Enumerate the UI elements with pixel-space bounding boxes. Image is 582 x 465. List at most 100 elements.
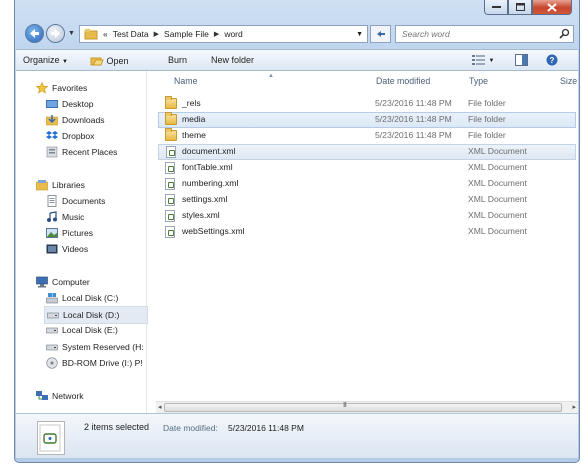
nav-downloads[interactable]: Downloads (46, 112, 105, 128)
folder-icon (84, 29, 98, 40)
nav-local-disk-e[interactable]: Local Disk (E:) (46, 322, 118, 338)
file-row-styles-xml[interactable]: styles.xml XML Document (158, 208, 576, 224)
breadcrumb-sample-file[interactable]: Sample File (164, 29, 209, 39)
forward-button[interactable] (46, 24, 65, 43)
hard-disk-icon (46, 324, 58, 336)
folder-icon (165, 112, 177, 125)
column-header-type[interactable]: Type (469, 76, 488, 86)
file-name: _rels (182, 98, 201, 108)
address-bar[interactable]: « Test Data ▶ Sample File ▶ word ▼ (79, 25, 368, 43)
forward-arrow-icon (51, 29, 60, 38)
file-type: File folder (468, 114, 506, 124)
scrollbar-thumb[interactable]: III (164, 402, 562, 412)
scroll-right-arrow[interactable]: ▸ (572, 403, 576, 411)
file-name: styles.xml (182, 210, 220, 220)
nav-videos[interactable]: Videos (46, 241, 88, 257)
file-type: XML Document (468, 146, 527, 156)
back-button[interactable] (25, 24, 44, 43)
command-bar: Organize ▼ Open Burn New folder ▼ ? (16, 49, 578, 71)
explorer-window: ▼ « Test Data ▶ Sample File ▶ word ▼ Org… (14, 0, 580, 463)
breadcrumb-separator-icon[interactable]: ▶ (154, 30, 159, 38)
file-type: File folder (468, 98, 506, 108)
scroll-left-arrow[interactable]: ◂ (158, 403, 162, 411)
nav-favorites[interactable]: Favorites (36, 80, 87, 96)
file-row-numbering-xml[interactable]: numbering.xml XML Document (158, 176, 576, 192)
pictures-icon (46, 227, 58, 239)
file-name: document.xml (182, 146, 236, 156)
nav-label: Recent Places (62, 147, 118, 157)
file-row-theme[interactable]: theme 5/23/2016 11:48 PM File folder (158, 128, 576, 144)
breadcrumb-test-data[interactable]: Test Data (113, 29, 149, 39)
breadcrumb-separator-icon[interactable]: ▶ (214, 30, 219, 38)
column-header-name[interactable]: Name (174, 76, 197, 86)
new-folder-button[interactable]: New folder (211, 55, 254, 65)
star-icon (36, 81, 49, 94)
chevron-down-icon: ▼ (488, 58, 495, 64)
refresh-button[interactable] (370, 25, 391, 43)
nav-local-disk-c[interactable]: Local Disk (C:) (46, 290, 118, 306)
downloads-icon (46, 114, 59, 126)
preview-pane-button[interactable] (515, 54, 528, 68)
nav-recent-places[interactable]: Recent Places (46, 144, 117, 160)
nav-pictures[interactable]: Pictures (46, 225, 93, 241)
file-row-document-xml[interactable]: document.xml XML Document (158, 144, 576, 160)
view-list-icon (472, 55, 485, 65)
disc-drive-icon (46, 357, 58, 369)
file-type: XML Document (468, 210, 527, 220)
nav-documents[interactable]: Documents (46, 193, 105, 209)
column-header-date-modified[interactable]: Date modified (376, 76, 430, 86)
sort-ascending-icon: ▲ (268, 73, 274, 79)
nav-dropbox[interactable]: Dropbox (46, 128, 94, 144)
burn-button[interactable]: Burn (168, 55, 187, 65)
libraries-icon (36, 179, 49, 191)
folder-icon (165, 96, 177, 109)
nav-libraries[interactable]: Libraries (36, 177, 85, 193)
hard-disk-icon (47, 309, 59, 321)
nav-network[interactable]: Network (36, 388, 84, 404)
nav-computer[interactable]: Computer (36, 274, 90, 290)
search-input[interactable] (396, 26, 552, 42)
maximize-button[interactable] (508, 0, 532, 15)
file-row-fonttable-xml[interactable]: fontTable.xml XML Document (158, 160, 576, 176)
file-row-settings-xml[interactable]: settings.xml XML Document (158, 192, 576, 208)
xml-file-icon (165, 162, 175, 174)
minimize-button[interactable] (484, 0, 508, 15)
content-area: Favorites Desktop Downloads Dropbox Rece… (16, 71, 578, 413)
desktop-icon (46, 98, 58, 110)
organize-label: Organize (23, 55, 60, 65)
nav-label: Network (52, 391, 84, 401)
organize-menu[interactable]: Organize ▼ (23, 55, 68, 65)
nav-desktop[interactable]: Desktop (46, 96, 94, 112)
help-button[interactable]: ? (546, 54, 558, 68)
file-date: 5/23/2016 11:48 PM (375, 114, 452, 124)
file-type: XML Document (468, 226, 527, 236)
xml-file-icon (166, 146, 176, 158)
nav-label: System Reserved (H: (62, 342, 144, 352)
change-view-button[interactable]: ▼ (472, 54, 494, 67)
nav-label: Downloads (62, 115, 105, 125)
nav-system-reserved[interactable]: System Reserved (H: (46, 339, 146, 355)
file-name: fontTable.xml (182, 162, 233, 172)
nav-label: Favorites (52, 83, 88, 93)
close-button[interactable] (532, 0, 572, 15)
breadcrumb-word[interactable]: word (224, 29, 242, 39)
file-name: theme (182, 130, 206, 140)
nav-label: Desktop (62, 99, 94, 109)
address-history-dropdown[interactable]: ▼ (356, 31, 363, 38)
nav-bdrom-drive[interactable]: BD-ROM Drive (I:) P! (46, 355, 146, 371)
file-row-media[interactable]: media 5/23/2016 11:48 PM File folder (158, 112, 576, 128)
file-row-websettings-xml[interactable]: webSettings.xml XML Document (158, 224, 576, 240)
nav-music[interactable]: Music (46, 209, 84, 225)
help-icon: ? (546, 54, 558, 66)
search-box[interactable] (395, 25, 574, 43)
file-row-rels[interactable]: _rels 5/23/2016 11:48 PM File folder (158, 96, 576, 112)
multiple-files-icon (37, 421, 65, 455)
open-button[interactable]: Open (90, 55, 129, 66)
column-header-size[interactable]: Size (560, 76, 577, 86)
horizontal-scrollbar[interactable]: ◂ III ▸ (156, 401, 578, 413)
svg-text:?: ? (550, 56, 555, 65)
recent-pages-dropdown[interactable]: ▼ (68, 30, 75, 37)
nav-label: Documents (62, 196, 106, 206)
search-icon[interactable] (559, 28, 570, 39)
breadcrumb-overflow[interactable]: « (103, 29, 108, 39)
